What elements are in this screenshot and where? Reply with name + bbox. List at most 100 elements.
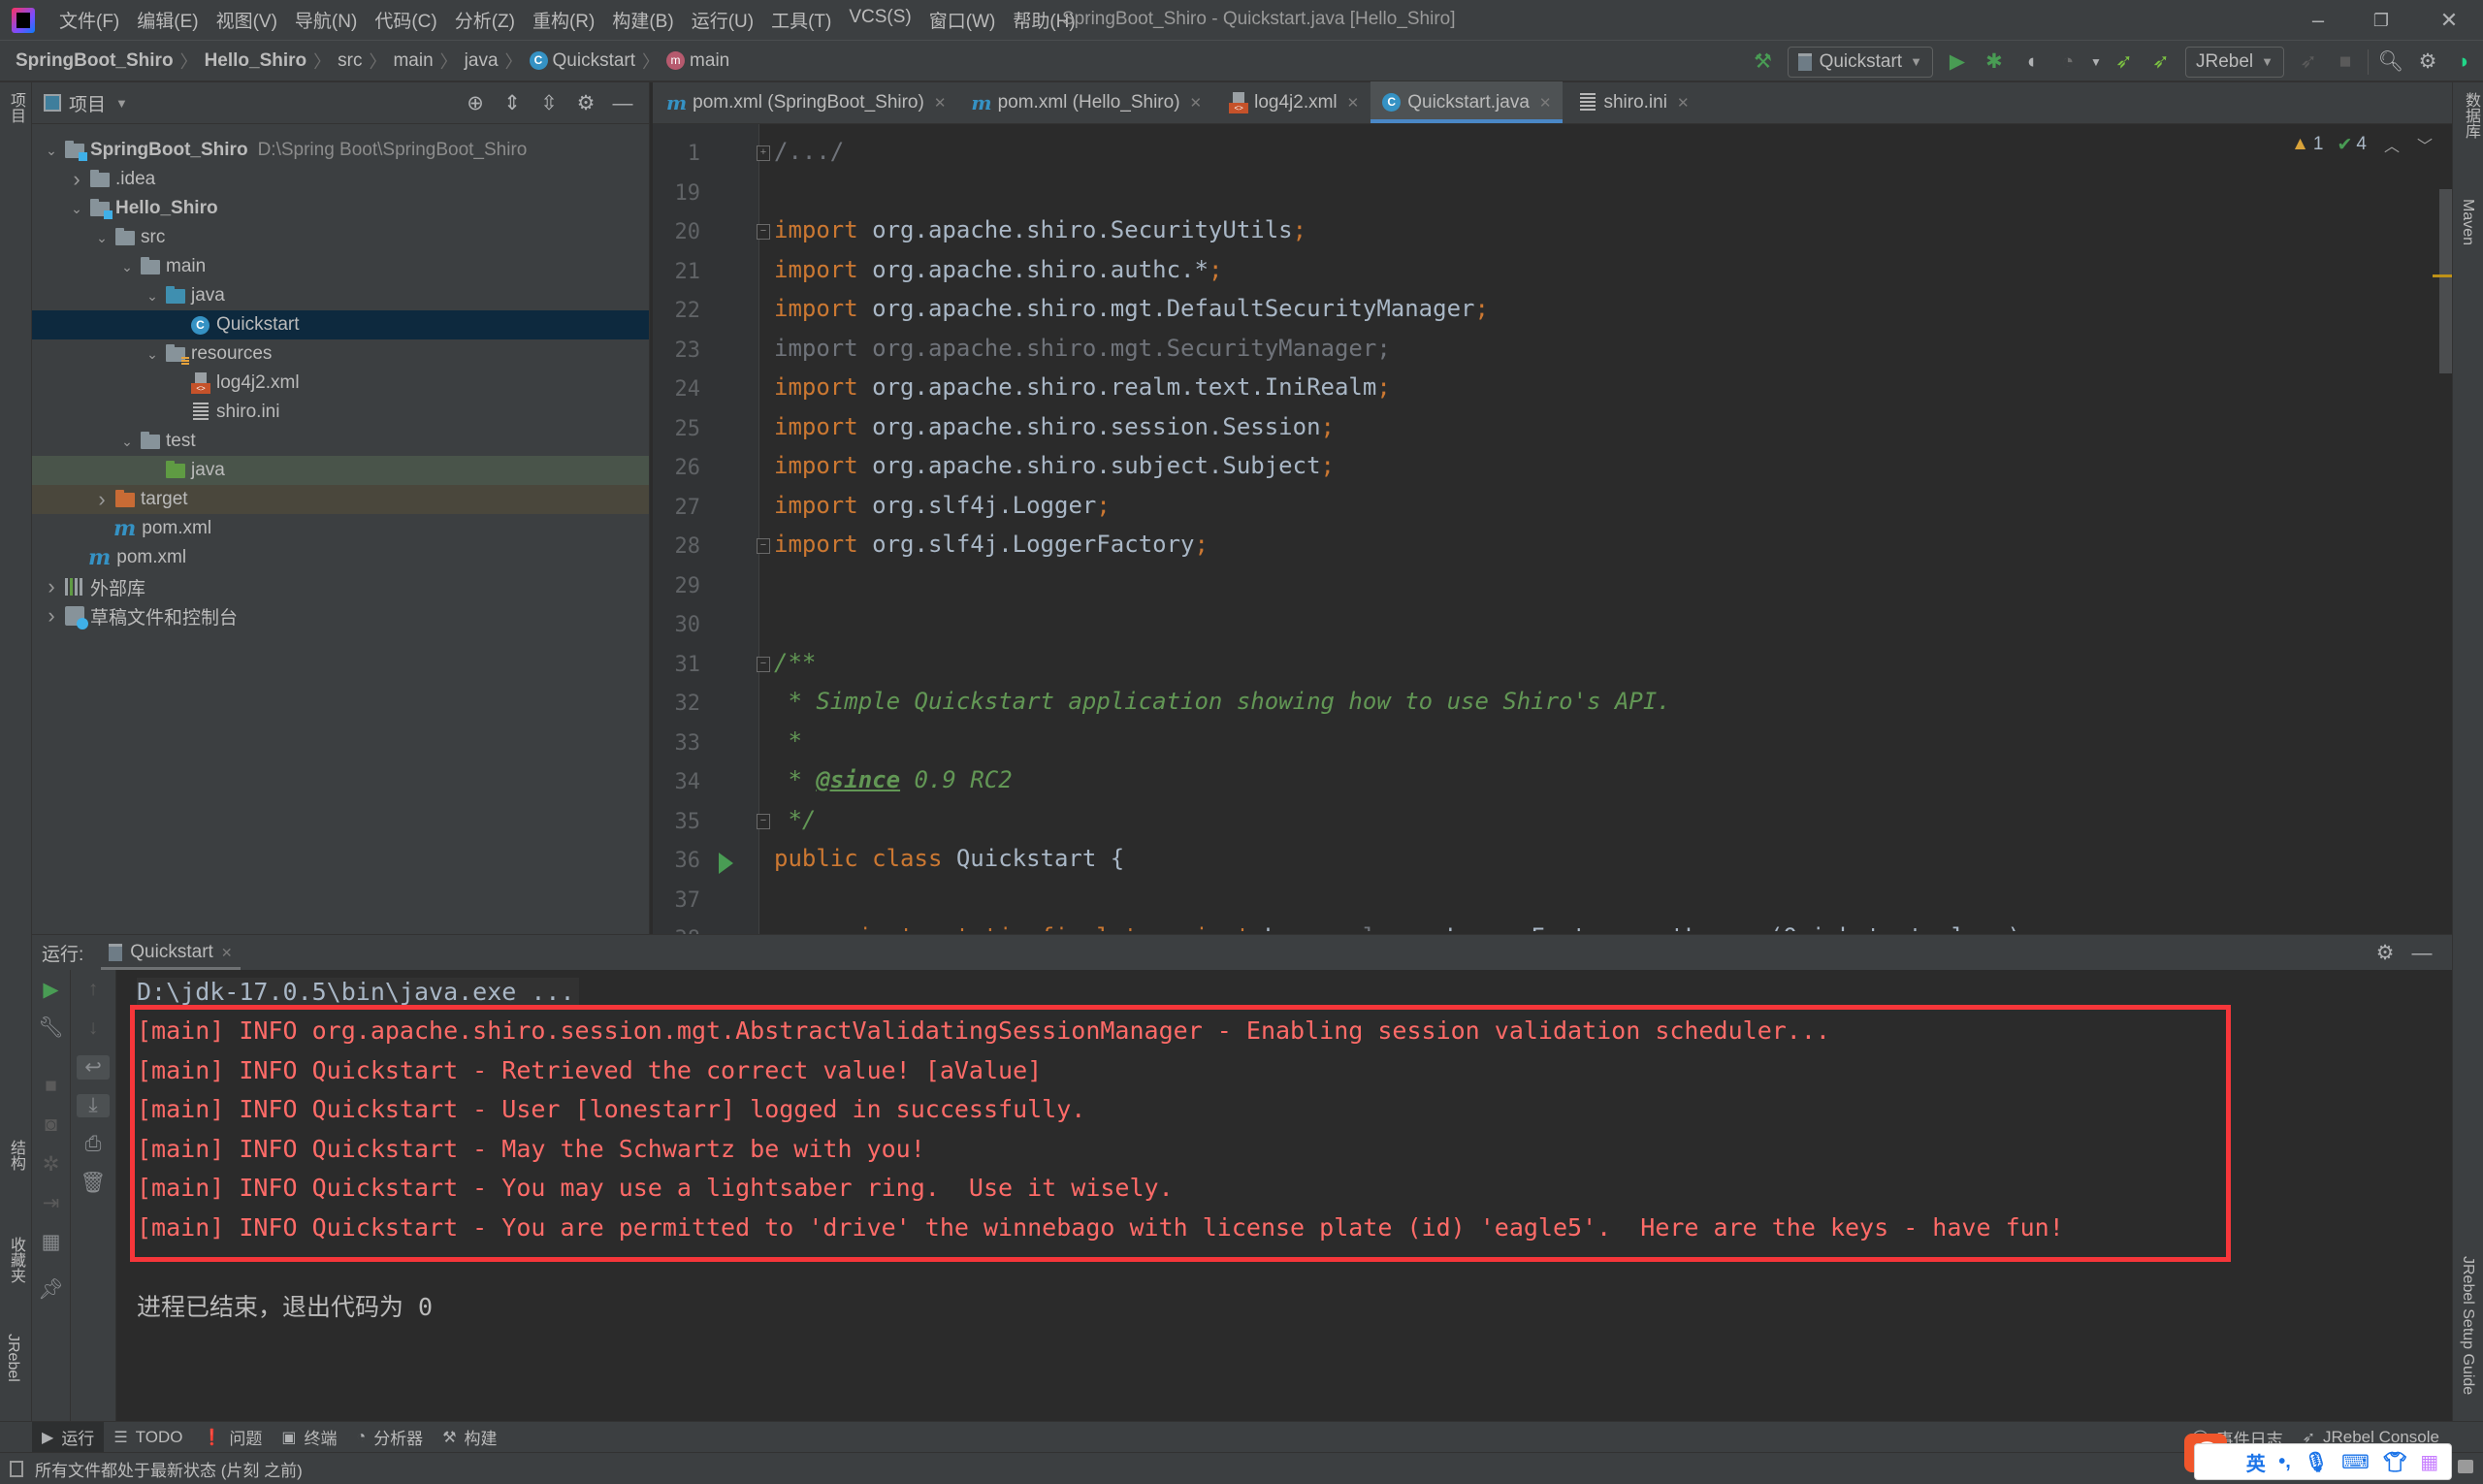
chevron-down-icon[interactable]: ▼ (115, 96, 128, 111)
menu-item[interactable]: 运行(U) (683, 7, 762, 33)
tool-tab[interactable]: ⚒ 构建 (433, 1422, 506, 1453)
stop-icon[interactable]: ■ (2329, 46, 2362, 79)
menu-item[interactable]: 视图(V) (208, 7, 286, 33)
tree-node[interactable]: m pom.xml (32, 514, 649, 543)
chevron-down-icon[interactable]: ⌄ (143, 288, 162, 305)
settings-icon[interactable]: ✲ (32, 1152, 70, 1177)
chevron-right-icon[interactable]: › (42, 603, 61, 629)
console-output[interactable]: D:\jdk-17.0.5\bin\java.exe ... [main] IN… (116, 970, 2452, 1421)
microphone-icon[interactable]: 🎙︎ (2304, 1450, 2328, 1474)
tree-node[interactable]: › .idea (32, 165, 649, 194)
menu-item[interactable]: 导航(N) (286, 7, 366, 33)
tree-node[interactable]: › 草稿文件和控制台 (32, 601, 649, 630)
layout-icon[interactable]: ▦ (32, 1230, 70, 1254)
ime-language-toggle[interactable]: 英 (2246, 1448, 2266, 1476)
tree-node[interactable]: m pom.xml (32, 543, 649, 572)
next-highlight-icon[interactable]: ﹀ (2417, 133, 2433, 156)
breadcrumb-item[interactable]: main (393, 50, 433, 72)
lock-icon[interactable] (2458, 1460, 2473, 1473)
breadcrumb-item[interactable]: java (465, 50, 499, 72)
tool-tab-jrebel-setup-guide[interactable]: JRebel Setup Guide (2459, 1256, 2476, 1395)
restore-button[interactable]: ❐ (2362, 6, 2401, 35)
locate-file-icon[interactable]: ⊕ (457, 91, 494, 115)
jrebel-config-select[interactable]: JRebel ▼ (2184, 46, 2284, 78)
gear-icon[interactable]: ⚙ (567, 91, 604, 115)
menu-item[interactable]: 编辑(E) (128, 7, 207, 33)
menu-item[interactable]: 代码(C) (366, 7, 445, 33)
tree-node[interactable]: ⌄ test (32, 427, 649, 456)
breadcrumb-item[interactable]: SpringBoot_Shiro (16, 50, 174, 72)
tool-tab[interactable]: ❗ 问题 (192, 1422, 272, 1453)
search-icon[interactable]: 🔍︎ (2374, 46, 2407, 79)
fold-expand-icon[interactable]: + (757, 145, 770, 161)
chevron-down-icon[interactable]: ⌄ (117, 259, 137, 275)
hide-panel-icon[interactable]: — (604, 92, 641, 115)
tree-node[interactable]: shiro.ini (32, 398, 649, 427)
breadcrumb-item[interactable]: C Quickstart (529, 50, 635, 72)
chevron-right-icon[interactable]: › (42, 574, 61, 599)
menu-item[interactable]: 构建(B) (603, 7, 682, 33)
project-view-selector[interactable]: 项目 (69, 90, 106, 116)
keyboard-icon[interactable]: ⌨ (2341, 1450, 2370, 1474)
tree-node[interactable]: ⌄ resources (32, 339, 649, 369)
run-tab-quickstart[interactable]: Quickstart ✕ (101, 935, 241, 971)
tool-tab-maven[interactable]: Maven (2459, 199, 2476, 245)
fold-collapse-icon[interactable]: − (757, 538, 770, 554)
warning-stripe-marker[interactable] (2433, 274, 2452, 277)
down-arrow-icon[interactable]: ↓ (71, 1016, 115, 1040)
exit-icon[interactable]: ⇥ (32, 1191, 70, 1215)
tree-node[interactable]: ⌄ Hello_Shiro (32, 194, 649, 223)
tool-tab-database[interactable]: 数据库 (2459, 92, 2482, 139)
chevron-down-icon[interactable]: ⌄ (117, 434, 137, 450)
ime-punctuation-toggle[interactable]: •, (2278, 1451, 2291, 1473)
rerun-icon[interactable]: ▶ (32, 978, 70, 1002)
menu-item[interactable]: 文件(F) (50, 7, 128, 33)
previous-highlight-icon[interactable]: ︿ (2384, 133, 2400, 156)
tool-tab-project[interactable]: 项目 (4, 92, 27, 123)
chevron-down-icon[interactable]: ⌄ (67, 201, 86, 217)
print-icon[interactable]: ⎙ (71, 1133, 115, 1156)
inspection-widget[interactable]: ▲ 1 ✔ 4 ︿ ﹀ (2291, 133, 2433, 156)
scroll-to-end-icon[interactable]: ⤓ (77, 1094, 110, 1117)
tree-node[interactable]: › target (32, 485, 649, 514)
editor-scrollbar[interactable] (2439, 189, 2452, 373)
tree-node[interactable]: log4j2.xml (32, 369, 649, 398)
run-config-select[interactable]: Quickstart ▼ (1787, 46, 1933, 78)
up-arrow-icon[interactable]: ↑ (71, 978, 115, 1001)
minimize-button[interactable]: – (2299, 6, 2338, 35)
tool-tab[interactable]: ▣ 终端 (272, 1422, 346, 1453)
apps-grid-icon[interactable]: ▦ (2420, 1450, 2438, 1474)
menu-item[interactable]: 重构(R) (524, 7, 603, 33)
tool-tab[interactable]: ▶ 运行 (32, 1421, 105, 1453)
code-area[interactable]: /.../ import org.apache.shiro.SecurityUti… (653, 82, 2452, 931)
more-run-options-icon[interactable]: ▼ (2088, 46, 2104, 79)
expand-all-icon[interactable]: ⇕ (494, 91, 531, 115)
build-hammer-icon[interactable]: ⚒ (1747, 46, 1780, 79)
tool-tab-structure[interactable]: 结构 (4, 1140, 27, 1171)
tree-node[interactable]: ⌄ main (32, 252, 649, 281)
wrench-icon[interactable]: 🔧︎ (32, 1016, 70, 1040)
stop-icon[interactable]: ■ (32, 1075, 70, 1098)
fold-collapse-icon[interactable]: − (757, 813, 770, 829)
tree-node[interactable]: ⌄ src (32, 223, 649, 252)
breadcrumb-item[interactable]: Hello_Shiro (205, 50, 307, 72)
menu-item[interactable]: 窗口(W) (920, 7, 1005, 33)
tree-node[interactable]: ⌄ SpringBoot_Shiro D:\Spring Boot\SpringBo… (32, 136, 649, 165)
run-gutter-icon[interactable] (719, 853, 733, 874)
hide-panel-icon[interactable]: — (2403, 942, 2440, 965)
tree-node[interactable]: › 外部库 (32, 572, 649, 601)
tree-node[interactable]: java (32, 456, 649, 485)
pin-icon[interactable]: 📌︎ (32, 1278, 70, 1302)
soft-wrap-icon[interactable]: ↩ (77, 1055, 110, 1080)
status-panel-icon[interactable] (10, 1460, 23, 1477)
close-button[interactable]: ✕ (2430, 6, 2468, 35)
breadcrumb-item[interactable]: m main (666, 50, 729, 72)
tree-node[interactable]: C Quickstart (32, 310, 649, 339)
menu-item[interactable]: 工具(T) (762, 7, 840, 33)
run-icon[interactable]: ▶ (1941, 46, 1974, 79)
camera-icon[interactable]: ◙ (32, 1113, 70, 1137)
coverage-icon[interactable]: ◖ (2015, 46, 2048, 79)
tool-tab-jrebel[interactable]: JRebel (4, 1334, 21, 1382)
debug-bug-icon[interactable]: ✱ (1978, 46, 2011, 79)
tool-tab[interactable]: ☰ TODO (104, 1422, 192, 1453)
